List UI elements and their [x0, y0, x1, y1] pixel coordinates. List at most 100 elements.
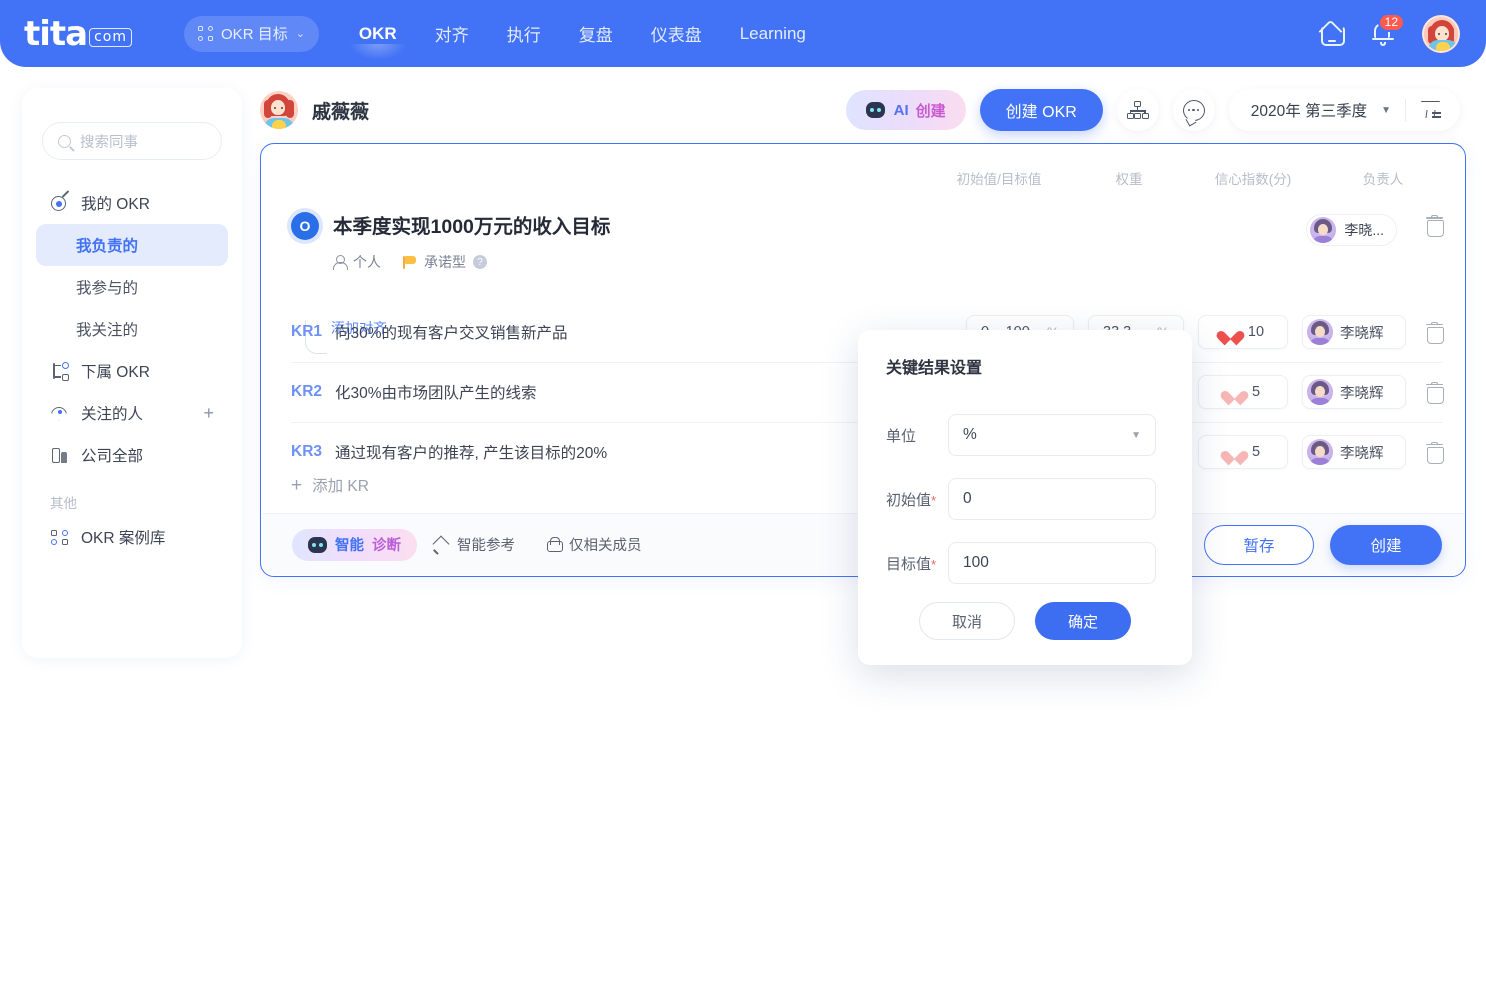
objective-scope-label: 个人 — [353, 254, 381, 270]
sidebar-item-okr-case-library[interactable]: OKR 案例库 — [36, 516, 228, 558]
sidebar-item-participating[interactable]: 我参与的 — [36, 266, 228, 308]
kr-text[interactable]: 化30%由市场团队产生的线索 — [335, 381, 537, 403]
diagnosis-label-2: 诊断 — [372, 538, 401, 554]
sidebar-label: 关注的人 — [81, 406, 144, 423]
save-draft-button[interactable]: 暂存 — [1204, 524, 1314, 565]
sidebar-item-my-okr[interactable]: 我的 OKR — [36, 182, 228, 224]
notification-badge: 12 — [1377, 12, 1405, 32]
bell-clapper-icon — [1380, 41, 1386, 46]
user-avatar-topnav[interactable] — [1422, 14, 1460, 53]
add-followed-person-icon[interactable]: + — [203, 404, 214, 422]
kr-confidence-field[interactable]: 5 — [1198, 435, 1288, 469]
comments-button[interactable] — [1172, 89, 1215, 131]
avatar — [1307, 319, 1333, 345]
search-colleague-input[interactable]: 搜索同事 — [42, 122, 222, 160]
logo-suffix: com — [89, 27, 133, 47]
kr-owner-chip[interactable]: 李晓辉 — [1302, 435, 1406, 469]
cancel-button[interactable]: 取消 — [919, 602, 1015, 640]
top-navigation-bar: tita com OKR 目标 ⌄ OKR 对齐 执行 复盘 仪表盘 Learn… — [0, 0, 1486, 67]
target-value-input[interactable]: 100 — [948, 542, 1156, 584]
dialog-actions: 取消 确定 — [858, 602, 1192, 640]
start-value-text: 0 — [963, 490, 972, 507]
kr-text[interactable]: 向30%的现有客户交叉销售新产品 — [335, 321, 568, 343]
nav-item-alignment[interactable]: 对齐 — [435, 21, 469, 46]
kr-owner-chip[interactable]: 李晓辉 — [1302, 375, 1406, 409]
ai-create-button[interactable]: AI 创建 — [845, 90, 966, 130]
avatar[interactable] — [260, 91, 298, 129]
flag-icon — [403, 255, 417, 269]
avatar — [1307, 439, 1333, 465]
search-placeholder: 搜索同事 — [80, 134, 138, 151]
sidebar-item-owned-by-me[interactable]: 我负责的 — [36, 224, 228, 266]
sidebar-item-followed-people[interactable]: 关注的人 + — [36, 392, 228, 434]
logo-text: tita — [24, 13, 88, 54]
delete-kr-icon[interactable] — [1426, 381, 1444, 404]
divider — [1405, 99, 1406, 121]
nav-item-learning[interactable]: Learning — [740, 24, 806, 44]
unit-row: 单位 % ▼ — [886, 414, 1156, 456]
confirm-button[interactable]: 确定 — [1035, 602, 1131, 640]
add-kr-button[interactable]: + 添加 KR — [291, 474, 369, 496]
kr-owner-chip[interactable]: 李晓辉 — [1302, 315, 1406, 349]
delete-objective-icon[interactable] — [1426, 215, 1444, 237]
column-header-owner: 负责人 — [1362, 172, 1404, 187]
smart-diagnosis-button[interactable]: 智能 诊断 — [292, 528, 417, 561]
switcher-label: OKR 目标 — [221, 26, 288, 43]
kr-confidence-value: 5 — [1251, 384, 1261, 400]
avatar — [1307, 379, 1333, 405]
smart-reference-button[interactable]: 智能参考 — [417, 529, 531, 561]
hierarchy-icon — [1126, 101, 1149, 119]
sidebar: 搜索同事 我的 OKR 我负责的 我参与的 我关注的 下属 OKR 关注的人 +… — [22, 88, 242, 658]
chat-bubble-icon — [1182, 99, 1205, 121]
nav-item-dashboard[interactable]: 仪表盘 — [651, 21, 702, 46]
nav-item-okr[interactable]: OKR — [348, 24, 407, 60]
objective-owner-chip[interactable]: 李晓... — [1306, 214, 1397, 246]
sidebar-item-following[interactable]: 我关注的 — [36, 308, 228, 350]
objective-commitment[interactable]: 承诺型 ? — [403, 252, 487, 272]
tita-logo[interactable]: tita com — [24, 13, 133, 54]
delete-kr-icon[interactable] — [1426, 321, 1444, 344]
quarter-label: 2020年 第三季度 — [1250, 103, 1368, 120]
delete-kr-icon[interactable] — [1426, 441, 1444, 464]
required-mark: * — [931, 556, 937, 572]
footer-actions: 暂存 创建 — [1204, 524, 1442, 565]
column-header-weight: 权重 — [1115, 172, 1143, 187]
sidebar-item-company-all[interactable]: 公司全部 — [36, 434, 228, 476]
objective-title[interactable]: 本季度实现1000万元的收入目标 — [333, 210, 610, 239]
home-icon[interactable] — [1320, 23, 1345, 46]
start-value-input[interactable]: 0 — [948, 478, 1156, 520]
nav-item-execution[interactable]: 执行 — [507, 21, 541, 46]
okr-workspace-switcher[interactable]: OKR 目标 ⌄ — [184, 15, 319, 52]
kr-owner-name: 李晓辉 — [1340, 445, 1384, 462]
target-value-text: 100 — [963, 554, 989, 571]
visibility-button[interactable]: 仅相关成员 — [531, 529, 658, 561]
notifications-button[interactable]: 12 — [1370, 12, 1405, 47]
avatar — [1310, 217, 1337, 243]
filter-icon[interactable] — [1420, 100, 1441, 120]
sidebar-item-subordinate-okr[interactable]: 下属 OKR — [36, 350, 228, 392]
target-label-text: 目标值 — [886, 555, 932, 573]
help-icon[interactable]: ? — [473, 255, 487, 269]
sidebar-group-label: 其他 — [50, 496, 77, 511]
sidebar-label: 我负责的 — [76, 238, 139, 255]
kr-confidence-field[interactable]: 5 — [1198, 375, 1288, 409]
nav-item-review[interactable]: 复盘 — [579, 21, 613, 46]
quarter-selector[interactable]: 2020年 第三季度 ▼ — [1228, 89, 1460, 131]
sidebar-label: 我关注的 — [76, 322, 139, 339]
unit-select[interactable]: % ▼ — [948, 414, 1156, 456]
objective-scope[interactable]: 个人 — [333, 252, 381, 272]
create-okr-button[interactable]: 创建 OKR — [979, 89, 1103, 131]
kr-confidence-value: 5 — [1251, 444, 1261, 460]
column-headers: 初始值/目标值 权重 信心指数(分) 负责人 — [923, 168, 1443, 188]
visibility-label: 仅相关成员 — [569, 538, 642, 554]
kr-confidence-field[interactable]: 10 — [1198, 315, 1288, 349]
kr-values: 5 李晓辉 — [1198, 375, 1444, 409]
kr-values: 5 李晓辉 — [1198, 435, 1444, 469]
create-button[interactable]: 创建 — [1330, 524, 1442, 565]
ai-create-label-2: 创建 — [915, 102, 946, 120]
grid-icon — [198, 26, 214, 41]
kr-text[interactable]: 通过现有客户的推荐, 产生该目标的20% — [335, 441, 607, 463]
org-tree-button[interactable] — [1116, 89, 1159, 131]
heart-icon — [1222, 325, 1239, 340]
plus-icon: + — [291, 474, 303, 496]
